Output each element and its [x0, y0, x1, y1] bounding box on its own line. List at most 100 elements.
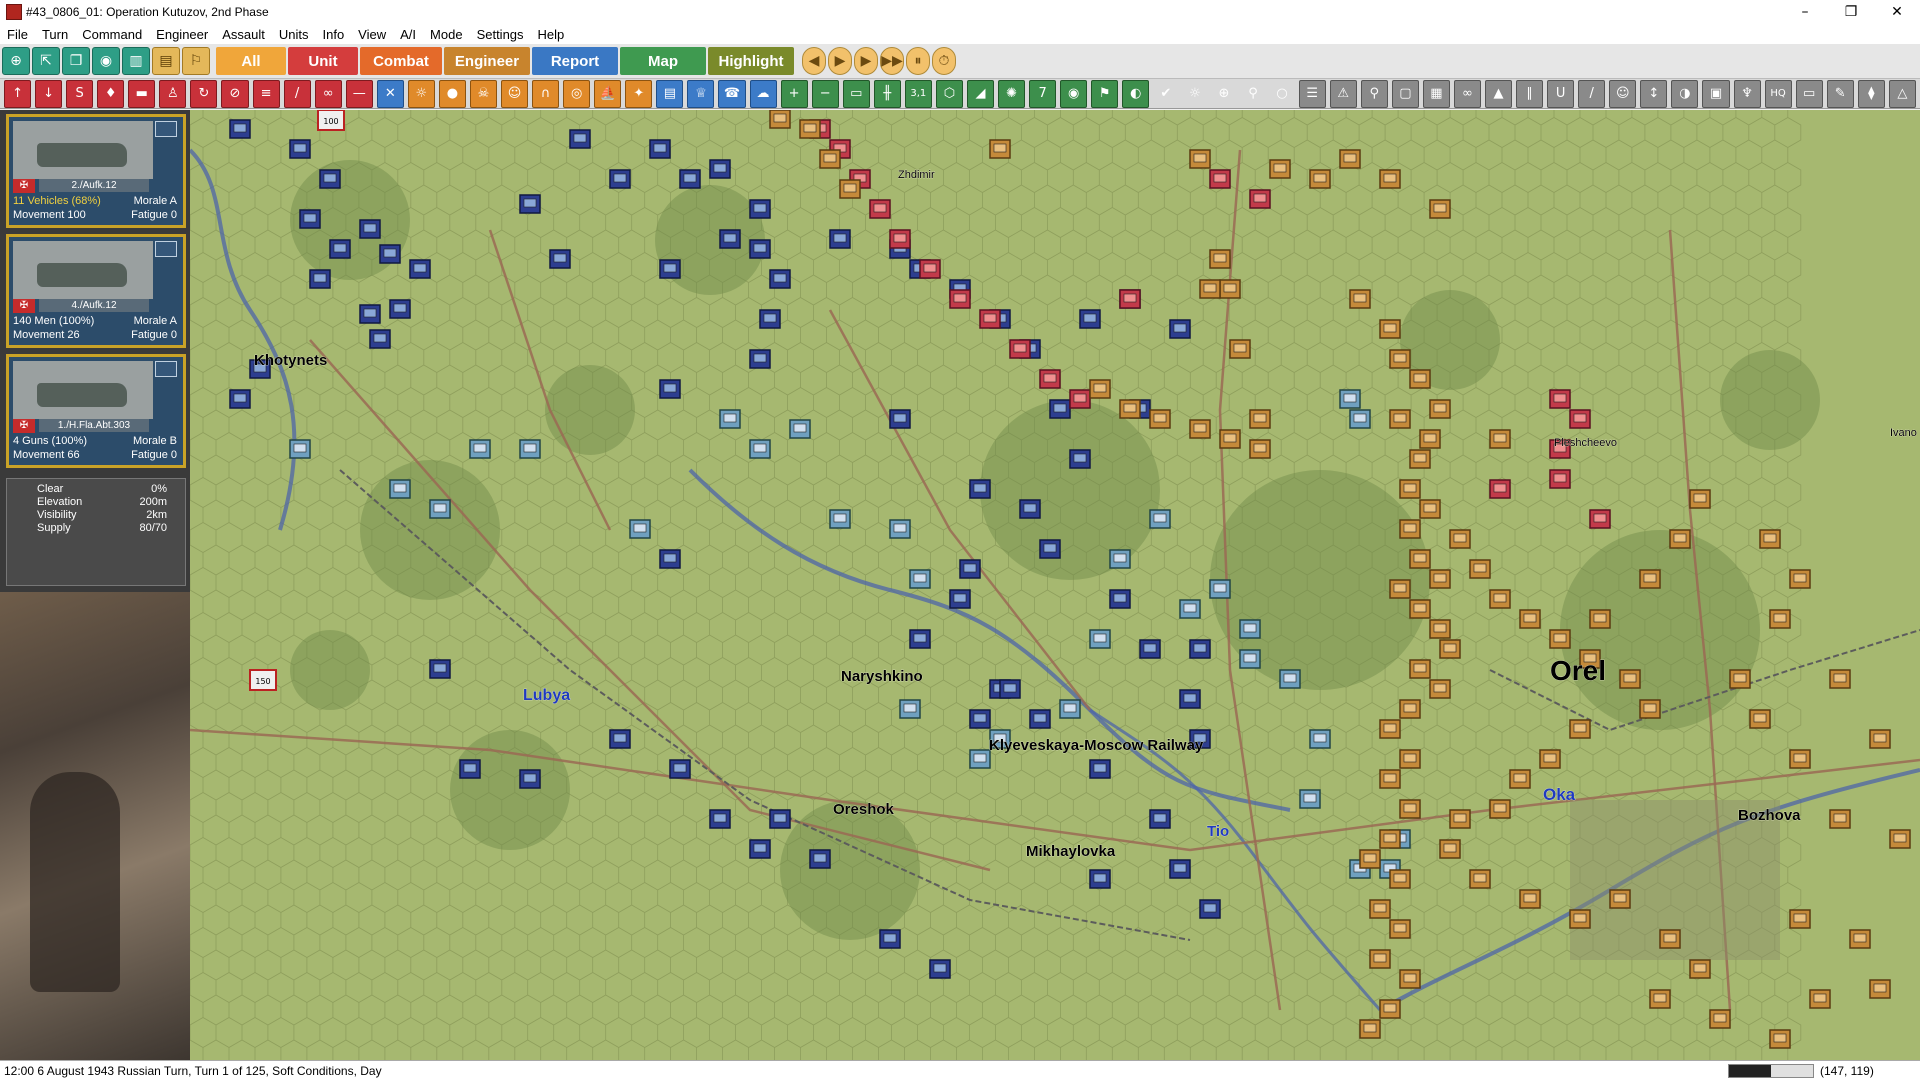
ring-icon[interactable]: ○	[1270, 81, 1295, 107]
temp-icon[interactable]: ↕	[1640, 79, 1668, 108]
zoom-out-icon[interactable]: −	[811, 79, 839, 108]
step-icon[interactable]: ▶	[854, 47, 878, 75]
eagle-icon[interactable]: ♆	[1733, 79, 1761, 108]
unit-card[interactable]: ✠ 2./Aufk.12 11 Vehicles (68%) Morale A Move…	[6, 114, 186, 228]
tree-icon[interactable]: ⧫	[1857, 79, 1885, 108]
screen-icon[interactable]: ▭	[842, 79, 870, 108]
phone-icon[interactable]: ☎	[718, 79, 746, 108]
menu-help[interactable]: Help	[531, 27, 572, 42]
zoom-in-icon[interactable]: +	[780, 79, 808, 108]
sun-icon[interactable]: ☼	[1182, 81, 1207, 107]
pause-icon[interactable]: ⏸	[906, 47, 930, 75]
menu-engineer[interactable]: Engineer	[149, 27, 215, 42]
menu-ai[interactable]: A/I	[393, 27, 423, 42]
boat-icon[interactable]: ⛵	[594, 79, 622, 108]
pencil-icon[interactable]: ✎	[1826, 79, 1854, 108]
book-icon[interactable]: ▤	[656, 79, 684, 108]
down-arrow-icon[interactable]: ↓	[35, 79, 63, 108]
menu-turn[interactable]: Turn	[35, 27, 75, 42]
menu-command[interactable]: Command	[75, 27, 149, 42]
layers-icon[interactable]: ☰	[1298, 79, 1326, 108]
road-icon[interactable]: ╫	[873, 79, 901, 108]
bars-icon[interactable]: ∥	[1516, 79, 1544, 108]
timer-icon[interactable]: ⏱	[932, 47, 956, 75]
game-map[interactable]: 100 150 Khotynets Zhdimir Naryshkino Lubya Kly…	[190, 110, 1920, 1060]
brush-icon[interactable]: /	[283, 79, 311, 108]
close-button[interactable]: ✕	[1874, 0, 1920, 24]
menu-settings[interactable]: Settings	[470, 27, 531, 42]
pie-icon[interactable]: ◑	[1671, 79, 1699, 108]
yellow-check-icon[interactable]: ✔	[1153, 81, 1178, 107]
eye-icon[interactable]: ◉	[92, 47, 120, 75]
triangle-icon[interactable]: △	[1888, 79, 1916, 108]
artillery-icon[interactable]: ☼	[407, 79, 435, 108]
tab-combat[interactable]: Combat	[360, 47, 442, 75]
star-icon[interactable]: ✺	[998, 79, 1026, 108]
rewind-icon[interactable]: ◀	[802, 47, 826, 75]
box-icon[interactable]: ▣	[1702, 79, 1730, 108]
link-icon[interactable]: ∞	[1453, 79, 1481, 108]
face-icon[interactable]: ☺	[501, 79, 529, 108]
cycle-icon[interactable]: ↻	[190, 79, 218, 108]
crosshair-icon[interactable]: ⊕	[1211, 81, 1236, 107]
pin-icon[interactable]: ⚲	[1241, 81, 1266, 107]
cloud-icon[interactable]: ☁	[749, 79, 777, 108]
menu-info[interactable]: Info	[315, 27, 351, 42]
circle-icon[interactable]: ◉	[1060, 79, 1088, 108]
bomb-icon[interactable]: ●	[438, 79, 466, 108]
u-icon[interactable]: U	[1547, 79, 1575, 108]
seven-icon[interactable]: 7	[1029, 79, 1057, 108]
terrain-icon[interactable]: ◢	[966, 79, 994, 108]
frame-icon[interactable]: ▢	[1391, 79, 1419, 108]
search-icon[interactable]: ⚲	[1360, 79, 1388, 108]
tab-map[interactable]: Map	[620, 47, 706, 75]
maximize-button[interactable]: ❐	[1828, 0, 1874, 24]
binoculars-icon[interactable]: ∞	[314, 79, 342, 108]
copy-icon[interactable]: ❐	[62, 47, 90, 75]
tab-unit[interactable]: Unit	[288, 47, 358, 75]
text-31-icon[interactable]: 3,1	[904, 79, 932, 108]
tab-highlight[interactable]: Highlight	[708, 47, 794, 75]
supply-icon[interactable]: S	[66, 79, 94, 108]
minimize-button[interactable]: –	[1782, 0, 1828, 24]
fast-forward-icon[interactable]: ▶▶	[880, 47, 904, 75]
half-circle-icon[interactable]: ◐	[1122, 79, 1150, 108]
grid-icon[interactable]: ▦	[1422, 79, 1450, 108]
move-icon[interactable]: ⇱	[32, 47, 60, 75]
skull-icon[interactable]: ☠	[469, 79, 497, 108]
bridge-icon[interactable]: ∩	[532, 79, 560, 108]
menu-assault[interactable]: Assault	[215, 27, 272, 42]
play-icon[interactable]: ▶	[828, 47, 852, 75]
up-arrow-icon[interactable]: ↑	[4, 79, 32, 108]
tab-all[interactable]: All	[216, 47, 286, 75]
rifle-icon[interactable]: —	[345, 79, 373, 108]
hq-icon[interactable]: HQ	[1764, 79, 1792, 108]
menu-view[interactable]: View	[351, 27, 393, 42]
lock-icon[interactable]: ▲	[1485, 79, 1513, 108]
flame-icon[interactable]: ✦	[625, 79, 653, 108]
slash-icon[interactable]: /	[1578, 79, 1606, 108]
menu-units[interactable]: Units	[272, 27, 316, 42]
line-icon[interactable]: ≡	[252, 79, 280, 108]
unit-icon[interactable]: ♦	[97, 79, 125, 108]
cross-swords-icon[interactable]: ✕	[376, 79, 404, 108]
flag-icon[interactable]: ⚑	[1091, 79, 1119, 108]
target-icon[interactable]: ⊕	[2, 47, 30, 75]
menu-mode[interactable]: Mode	[423, 27, 470, 42]
page-icon[interactable]: ▤	[152, 47, 180, 75]
unit-card[interactable]: ✠ 4./Aufk.12 140 Men (100%) Morale A Movemen…	[6, 234, 186, 348]
hex-icon[interactable]: ⬡	[935, 79, 963, 108]
map-canvas[interactable]: 100 150 Khotynets Zhdimir Naryshkino Lubya Kly…	[190, 110, 1920, 1060]
book-icon[interactable]: ▥	[122, 47, 150, 75]
smile-icon[interactable]: ☺	[1609, 79, 1637, 108]
halt-icon[interactable]: ⊘	[221, 79, 249, 108]
trophy-icon[interactable]: ♕	[687, 79, 715, 108]
menu-file[interactable]: File	[0, 27, 35, 42]
tank-icon[interactable]: ▬	[128, 79, 156, 108]
mine-icon[interactable]: ◎	[563, 79, 591, 108]
warning-icon[interactable]: ⚠	[1329, 79, 1357, 108]
soldier-icon[interactable]: ♙	[159, 79, 187, 108]
tab-report[interactable]: Report	[532, 47, 618, 75]
flag-icon[interactable]: ⚐	[182, 47, 210, 75]
unit-card[interactable]: ✠ 1./H.Fla.Abt.303 4 Guns (100%) Morale B Mo…	[6, 354, 186, 468]
